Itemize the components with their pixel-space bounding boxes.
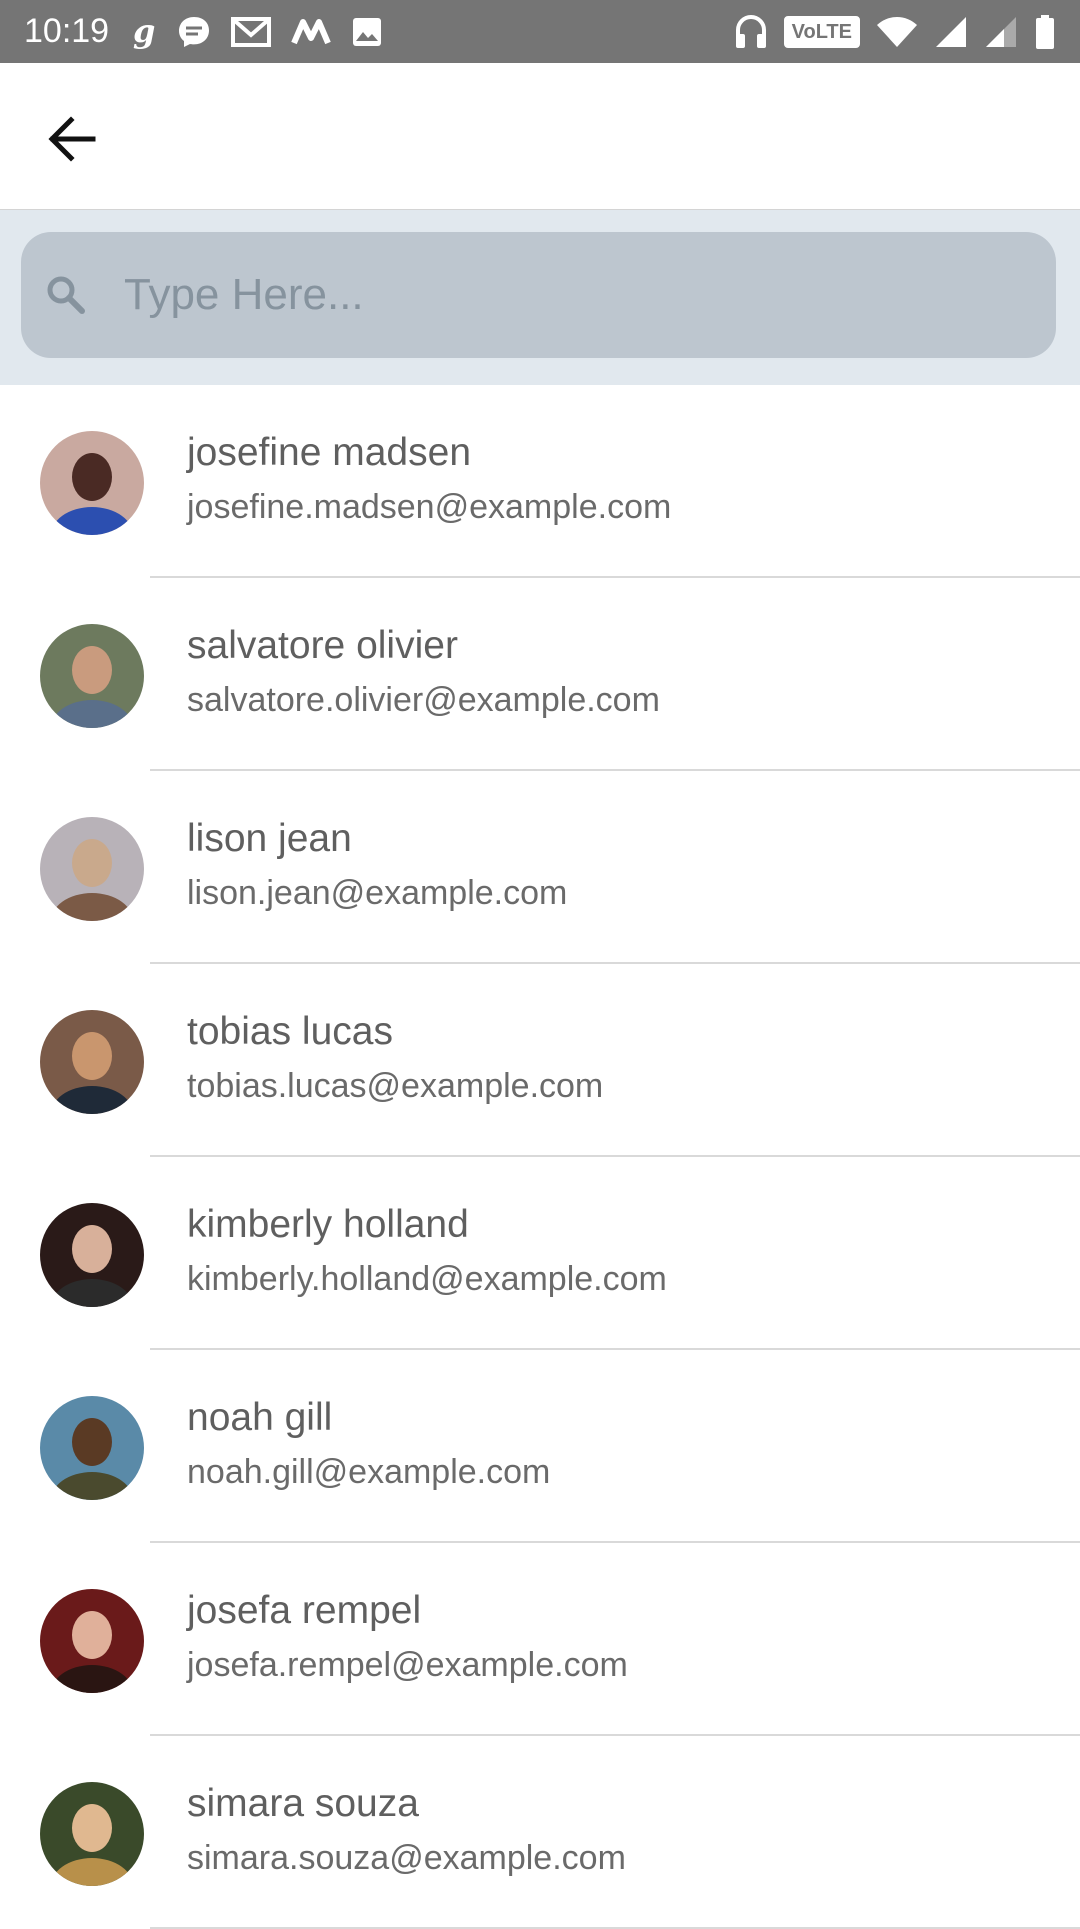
- back-button[interactable]: [34, 101, 110, 177]
- contact-email: noah.gill@example.com: [187, 1453, 551, 1491]
- avatar: [40, 1396, 144, 1500]
- contact-name: kimberly holland: [187, 1203, 469, 1246]
- status-time: 10:19: [24, 12, 110, 50]
- avatar: [40, 1010, 144, 1114]
- list-item[interactable]: tobias lucas tobias.lucas@example.com: [0, 964, 1080, 1157]
- list-item[interactable]: simara souza simara.souza@example.com: [0, 1736, 1080, 1929]
- system-icons: VoLTE: [734, 12, 1056, 52]
- messenger-icon: [177, 12, 211, 52]
- volte-icon: VoLTE: [783, 15, 860, 48]
- svg-text:g: g: [133, 14, 155, 50]
- gmail-icon: [231, 12, 272, 52]
- signal-icon: [984, 12, 1018, 52]
- avatar: [40, 1782, 144, 1886]
- signal-icon: [934, 12, 968, 52]
- headphones-icon: [734, 12, 768, 52]
- contact-name: simara souza: [187, 1782, 419, 1825]
- contact-name: josefine madsen: [187, 431, 472, 474]
- search-box[interactable]: [21, 232, 1056, 358]
- contact-email: tobias.lucas@example.com: [187, 1067, 604, 1105]
- contact-list: josefine madsen josefine.madsen@example.c…: [0, 385, 1080, 1929]
- list-item[interactable]: kimberly holland kimberly.holland@example…: [0, 1157, 1080, 1350]
- list-item[interactable]: noah gill noah.gill@example.com: [0, 1350, 1080, 1543]
- contact-name: noah gill: [187, 1396, 333, 1439]
- arrow-left-icon: [48, 116, 96, 162]
- contact-email: simara.souza@example.com: [187, 1839, 626, 1877]
- search-input[interactable]: [124, 232, 1024, 358]
- contact-name: lison jean: [187, 817, 352, 860]
- app-bar: [0, 63, 1080, 210]
- avatar: [40, 624, 144, 728]
- image-icon: [351, 12, 383, 52]
- contact-email: kimberly.holland@example.com: [187, 1260, 667, 1298]
- contact-name: salvatore olivier: [187, 624, 458, 667]
- search-icon: [45, 274, 87, 321]
- list-item[interactable]: lison jean lison.jean@example.com: [0, 771, 1080, 964]
- contact-name: tobias lucas: [187, 1010, 393, 1053]
- list-item[interactable]: salvatore olivier salvatore.olivier@examp…: [0, 578, 1080, 771]
- battery-icon: [1034, 12, 1056, 52]
- contact-email: lison.jean@example.com: [187, 874, 568, 912]
- wifi-icon: [876, 12, 918, 52]
- avatar: [40, 1589, 144, 1693]
- search-bar: [0, 210, 1080, 385]
- notification-icons: g: [131, 12, 383, 52]
- list-item[interactable]: josefa rempel josefa.rempel@example.com: [0, 1543, 1080, 1736]
- contact-email: josefine.madsen@example.com: [187, 488, 672, 526]
- status-bar: 10:19 g VoLTE: [0, 0, 1080, 63]
- contact-email: josefa.rempel@example.com: [187, 1646, 628, 1684]
- avatar: [40, 431, 144, 535]
- m-app-icon: [291, 12, 331, 52]
- avatar: [40, 1203, 144, 1307]
- contact-name: josefa rempel: [187, 1589, 422, 1632]
- list-item[interactable]: josefine madsen josefine.madsen@example.c…: [0, 385, 1080, 578]
- contact-email: salvatore.olivier@example.com: [187, 681, 660, 719]
- g-app-icon: g: [131, 12, 157, 52]
- avatar: [40, 817, 144, 921]
